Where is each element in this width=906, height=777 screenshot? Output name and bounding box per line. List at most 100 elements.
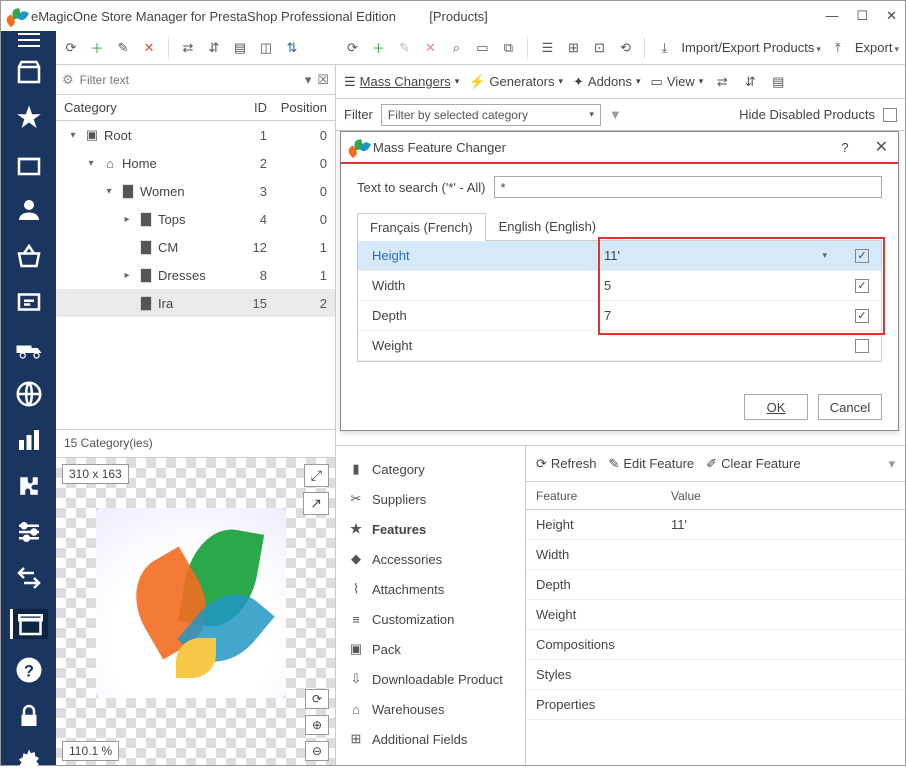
edit-feature-button[interactable]: ✎Edit Feature bbox=[608, 456, 694, 472]
tab-french[interactable]: Français (French) bbox=[357, 213, 486, 241]
feature-list-row[interactable]: Properties bbox=[526, 690, 905, 720]
edit-icon[interactable]: ✎ bbox=[114, 39, 132, 57]
feature-list-row[interactable]: Styles bbox=[526, 660, 905, 690]
delete2-icon[interactable]: ✕ bbox=[421, 39, 439, 57]
tool5-icon[interactable]: ⇅ bbox=[283, 39, 301, 57]
nav-sliders-icon[interactable] bbox=[10, 517, 48, 547]
filter-funnel-icon[interactable]: ▾ bbox=[305, 72, 312, 88]
section-item[interactable]: ▮Category bbox=[336, 454, 525, 484]
filter-select[interactable]: Filter by selected category bbox=[381, 104, 601, 126]
search-input[interactable] bbox=[494, 176, 882, 198]
clear-feature-button[interactable]: ✐Clear Feature bbox=[706, 456, 800, 472]
generators-button[interactable]: ⚡Generators▾ bbox=[469, 74, 563, 90]
feature-row[interactable]: Width5✓ bbox=[358, 271, 881, 301]
t6-icon[interactable]: ☰ bbox=[538, 39, 556, 57]
tool1-icon[interactable]: ⇄ bbox=[179, 39, 197, 57]
add2-icon[interactable]: ＋ bbox=[369, 39, 387, 57]
dialog-close-icon[interactable]: ✕ bbox=[875, 137, 888, 157]
nav-store-icon[interactable] bbox=[10, 57, 48, 87]
copy-icon[interactable]: ⧉ bbox=[499, 39, 517, 57]
refresh-icon[interactable]: ⟳ bbox=[62, 39, 80, 57]
nav-user-icon[interactable] bbox=[10, 195, 48, 225]
section-item[interactable]: ⌂Warehouses bbox=[336, 694, 525, 724]
section-item[interactable]: ★Features bbox=[336, 514, 525, 544]
menu-icon[interactable] bbox=[10, 39, 48, 41]
feature-checkbox[interactable]: ✓ bbox=[855, 309, 869, 323]
import-export-button[interactable]: Import/Export Products bbox=[681, 40, 820, 55]
t7-icon[interactable]: ⊞ bbox=[564, 39, 582, 57]
feature-list-row[interactable]: Depth bbox=[526, 570, 905, 600]
addons-button[interactable]: ✦Addons▾ bbox=[573, 74, 641, 90]
nav-lock-icon[interactable] bbox=[10, 701, 48, 731]
tree-row[interactable]: ▸▇Dresses81 bbox=[56, 261, 335, 289]
feature-list-row[interactable]: Height11' bbox=[526, 510, 905, 540]
section-item[interactable]: ▣Pack bbox=[336, 634, 525, 664]
clone-icon[interactable]: ▭ bbox=[473, 39, 491, 57]
nav-globe-icon[interactable] bbox=[10, 379, 48, 409]
rt1-icon[interactable]: ⇄ bbox=[713, 73, 731, 91]
add-icon[interactable]: ＋ bbox=[88, 39, 106, 57]
view-button[interactable]: ▭View▾ bbox=[651, 74, 704, 90]
section-item[interactable]: ⌇Attachments bbox=[336, 574, 525, 604]
t9-icon[interactable]: ⟲ bbox=[616, 39, 634, 57]
nav-sync-icon[interactable] bbox=[10, 563, 48, 593]
export-icon[interactable]: ⤒ bbox=[829, 39, 847, 57]
feature-row[interactable]: Weight bbox=[358, 331, 881, 361]
nav-archive-icon[interactable] bbox=[10, 609, 48, 639]
feature-list-row[interactable]: Compositions bbox=[526, 630, 905, 660]
section-item[interactable]: ✂Suppliers bbox=[336, 484, 525, 514]
feature-checkbox[interactable] bbox=[855, 339, 869, 353]
mass-changers-button[interactable]: ☰Mass Changers▾ bbox=[344, 74, 459, 90]
t8-icon[interactable]: ⊡ bbox=[590, 39, 608, 57]
refresh-button[interactable]: ⟳Refresh bbox=[536, 456, 596, 472]
tree-row[interactable]: ▇CM121 bbox=[56, 233, 335, 261]
open-icon[interactable]: ↗ bbox=[303, 492, 329, 515]
ok-button[interactable]: OK bbox=[744, 394, 808, 420]
nav-help-icon[interactable]: ? bbox=[10, 655, 48, 685]
feature-row[interactable]: Depth7✓ bbox=[358, 301, 881, 331]
search-icon[interactable]: ⌕ bbox=[447, 39, 465, 57]
feature-checkbox[interactable]: ✓ bbox=[855, 249, 869, 263]
section-item[interactable]: ⊞Additional Fields bbox=[336, 724, 525, 754]
feature-checkbox[interactable]: ✓ bbox=[855, 279, 869, 293]
nav-gear-icon[interactable] bbox=[10, 747, 48, 777]
close-button[interactable]: ✕ bbox=[886, 8, 897, 24]
section-item[interactable]: ⇩Downloadable Product bbox=[336, 664, 525, 694]
category-tree[interactable]: ▾▣Root10▾⌂Home20▾▇Women30▸▇Tops40▇CM121▸… bbox=[56, 121, 335, 429]
export-button[interactable]: Export bbox=[855, 40, 899, 55]
rt2-icon[interactable]: ⇵ bbox=[741, 73, 759, 91]
feature-list-row[interactable]: Weight bbox=[526, 600, 905, 630]
more-icon[interactable]: ▾ bbox=[888, 456, 895, 472]
nav-puzzle-icon[interactable] bbox=[10, 471, 48, 501]
refresh2-icon[interactable]: ⟳ bbox=[343, 39, 361, 57]
nav-message-icon[interactable] bbox=[10, 287, 48, 317]
tree-row[interactable]: ▸▇Tops40 bbox=[56, 205, 335, 233]
section-item[interactable]: ◆Accessories bbox=[336, 544, 525, 574]
rt3-icon[interactable]: ▤ bbox=[769, 73, 787, 91]
nav-star-icon[interactable] bbox=[10, 103, 48, 133]
tool3-icon[interactable]: ▤ bbox=[231, 39, 249, 57]
delete-icon[interactable]: ✕ bbox=[140, 39, 158, 57]
import-icon[interactable]: ⤓ bbox=[655, 39, 673, 57]
maximize-button[interactable]: ☐ bbox=[856, 8, 868, 24]
tool4-icon[interactable]: ◫ bbox=[257, 39, 275, 57]
filter-clear-icon[interactable]: ☒ bbox=[317, 72, 329, 88]
tree-row[interactable]: ▇Ira152 bbox=[56, 289, 335, 317]
minimize-button[interactable]: — bbox=[825, 8, 838, 24]
filter-input[interactable] bbox=[80, 73, 299, 87]
tab-english[interactable]: English (English) bbox=[486, 212, 610, 240]
section-item[interactable]: ≡Customization bbox=[336, 604, 525, 634]
reload-icon[interactable]: ⟳ bbox=[305, 689, 329, 709]
zoomout-icon[interactable]: ⊖ bbox=[305, 741, 329, 761]
hide-disabled-checkbox[interactable] bbox=[883, 108, 897, 122]
funnel-icon[interactable]: ▼ bbox=[609, 107, 622, 122]
nav-basket-icon[interactable] bbox=[10, 241, 48, 271]
tree-row[interactable]: ▾▣Root10 bbox=[56, 121, 335, 149]
expand-icon[interactable]: ⤢ bbox=[304, 464, 329, 487]
nav-box-icon[interactable] bbox=[10, 149, 48, 179]
tree-row[interactable]: ▾▇Women30 bbox=[56, 177, 335, 205]
cancel-button[interactable]: Cancel bbox=[818, 394, 882, 420]
dialog-help-icon[interactable]: ? bbox=[841, 140, 848, 155]
tree-row[interactable]: ▾⌂Home20 bbox=[56, 149, 335, 177]
nav-chart-icon[interactable] bbox=[10, 425, 48, 455]
